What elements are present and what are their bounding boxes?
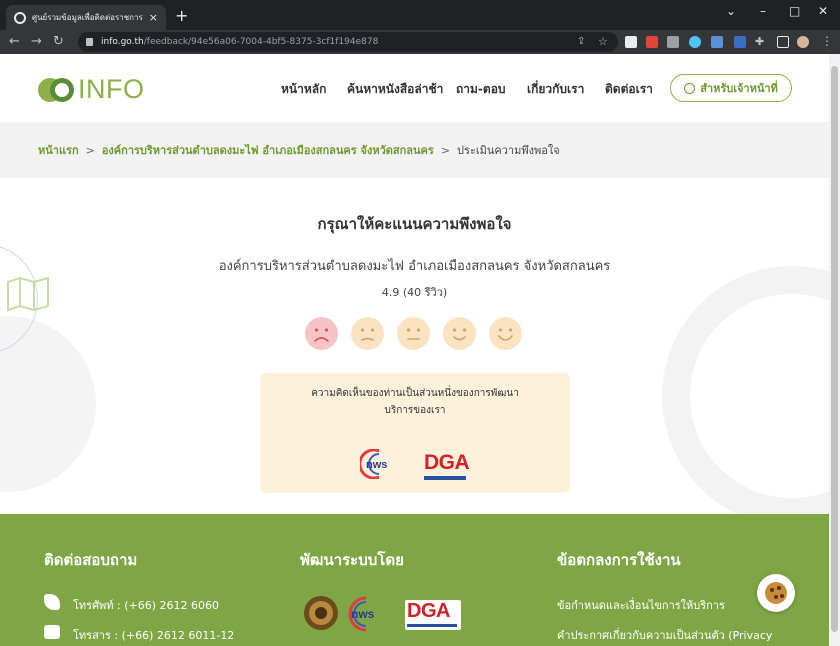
nav-search-delayed[interactable]: ค้นหาหนังสือล่าช้า [347, 80, 443, 99]
logo-mark-icon [38, 76, 76, 104]
dga-logo: DGA [424, 451, 470, 480]
footer-nws-logo-text: nws [351, 607, 375, 621]
footer-dga-logo: DGA [405, 600, 461, 630]
footer-dga-logo-text: DGA [407, 600, 450, 622]
page: INFO หน้าหลัก ค้นหาหนังสือล่าช้า ถาม-ตอบ… [0, 54, 829, 646]
terms-link[interactable]: ข้อกำหนดและเงื่อนไขการให้บริการ [557, 596, 725, 614]
breadcrumb: หน้าแรก > องค์การบริหารส่วนตำบลดงมะไฟ อำ… [0, 122, 829, 178]
face-very-dissatisfied-icon[interactable] [305, 317, 338, 350]
profile-avatar[interactable] [797, 36, 809, 48]
gray-extension-icon[interactable] [667, 36, 679, 48]
share-icon[interactable]: ⇪ [577, 36, 585, 47]
cookie-consent-button[interactable] [757, 574, 795, 612]
link-extension-icon[interactable] [711, 36, 723, 48]
footer-phone: โทรศัพท์ : (+66) 2612 6060 [73, 599, 220, 612]
nws-logo: nws [360, 449, 387, 479]
nav-contact[interactable]: ติดต่อเรา [605, 80, 653, 99]
breadcrumb-current: ประเมินความพึงพอใจ [457, 144, 560, 157]
browser-tab[interactable]: ศูนย์รวมข้อมูลเพื่อติดต่อราชการ × [6, 5, 166, 30]
printer-fax-icon [44, 625, 60, 639]
government-seal-logo [304, 596, 338, 630]
red-extension-icon[interactable] [646, 36, 658, 48]
site-footer: ติดต่อสอบถาม โทรศัพท์ : (+66) 2612 6060 … [0, 514, 829, 646]
logo-text: INFO [78, 74, 145, 104]
feedback-message: ความคิดเห็นของท่านเป็นส่วนหนึ่งของการพัฒ… [280, 385, 550, 419]
footer-fax: โทรสาร : (+66) 2612 6011-12 [73, 629, 235, 642]
tab-close-icon[interactable]: × [149, 11, 158, 24]
footer-nws-logo: nws [348, 596, 375, 632]
tab-search-icon[interactable]: ⌄ [726, 4, 736, 18]
phone-icon [44, 594, 60, 610]
scrollbar-thumb[interactable] [831, 66, 838, 632]
bookmark-star-icon[interactable]: ☆ [598, 35, 608, 48]
face-satisfied-icon[interactable] [443, 317, 476, 350]
info-logo[interactable]: INFO [38, 74, 145, 105]
side-panel-icon[interactable] [777, 36, 789, 48]
tab-title: ศูนย์รวมข้อมูลเพื่อติดต่อราชการ [32, 13, 143, 22]
globe-icon [684, 82, 696, 94]
org-name: องค์การบริหารส่วนตำบลดงมะไฟ อำเภอเมืองสก… [218, 259, 611, 274]
face-dissatisfied-icon[interactable] [351, 317, 384, 350]
decorative-ring [662, 266, 829, 526]
nav-about[interactable]: เกี่ยวกับเรา [527, 80, 584, 99]
browser-toolbar: ← → ↻ info.go.th /feedback/94e56a06-7004… [0, 30, 840, 54]
breadcrumb-separator: > [440, 143, 451, 157]
forward-icon[interactable]: → [31, 34, 42, 49]
rating-summary: 4.9 (40 รีวิว) [381, 286, 448, 299]
blue-extension-icon[interactable] [689, 36, 701, 48]
footer-contact-heading: ติดต่อสอบถาม [44, 551, 138, 569]
footer-developed-heading: พัฒนาระบบโดย [300, 551, 404, 569]
minimize-icon[interactable]: – [760, 4, 766, 18]
breadcrumb-separator: > [85, 143, 95, 157]
url-host: info.go.th [101, 37, 144, 47]
browser-tab-bar: ศูนย์รวมข้อมูลเพื่อติดต่อราชการ × + ⌄ – … [0, 0, 840, 30]
page-title: กรุณาให้คะแนนความพึงพอใจ [317, 215, 512, 233]
privacy-link[interactable]: คำประกาศเกี่ยวกับความเป็นส่วนตัว (Privac… [557, 626, 772, 644]
maximize-icon[interactable]: □ [789, 4, 800, 18]
nav-faq[interactable]: ถาม-ตอบ [456, 80, 506, 99]
menu-kebab-icon[interactable]: ⋮ [821, 34, 833, 48]
reload-icon[interactable]: ↻ [53, 34, 64, 49]
nav-home[interactable]: หน้าหลัก [281, 80, 326, 99]
back-icon[interactable]: ← [9, 34, 20, 49]
nws-logo-text: nws [366, 459, 387, 471]
close-window-icon[interactable]: ✕ [818, 4, 828, 18]
pen-extension-icon[interactable] [734, 36, 746, 48]
cookie-icon [765, 582, 787, 604]
site-header: INFO หน้าหลัก ค้นหาหนังสือล่าช้า ถาม-ตอบ… [0, 54, 829, 122]
staff-login-button[interactable]: สำหรับเจ้าหน้าที่ [670, 74, 792, 102]
page-scrollbar[interactable] [829, 54, 840, 646]
breadcrumb-org[interactable]: องค์การบริหารส่วนตำบลดงมะไฟ อำเภอเมืองสก… [102, 141, 434, 159]
globe-favicon-icon [14, 11, 26, 24]
qr-extension-icon[interactable] [625, 36, 637, 48]
url-path: /feedback/94e56a06-7004-4bf5-8375-3cf1f1… [143, 37, 379, 47]
dga-logo-text: DGA [424, 451, 470, 474]
extensions-puzzle-icon[interactable]: ✚ [755, 35, 764, 48]
footer-terms-heading: ข้อตกลงการใช้งาน [557, 551, 681, 569]
feedback-line-2: บริการของเรา [384, 405, 446, 416]
breadcrumb-home[interactable]: หน้าแรก [38, 141, 79, 159]
new-tab-button[interactable]: + [175, 6, 188, 25]
satisfaction-faces [305, 317, 525, 351]
face-neutral-icon[interactable] [397, 317, 430, 350]
lock-icon [86, 38, 93, 46]
feedback-card: ความคิดเห็นของท่านเป็นส่วนหนึ่งของการพัฒ… [260, 373, 570, 493]
face-very-satisfied-icon[interactable] [489, 317, 522, 350]
address-bar[interactable]: info.go.th /feedback/94e56a06-7004-4bf5-… [78, 32, 618, 52]
staff-button-label: สำหรับเจ้าหน้าที่ [700, 82, 778, 95]
feedback-line-1: ความคิดเห็นของท่านเป็นส่วนหนึ่งของการพัฒ… [311, 388, 519, 399]
